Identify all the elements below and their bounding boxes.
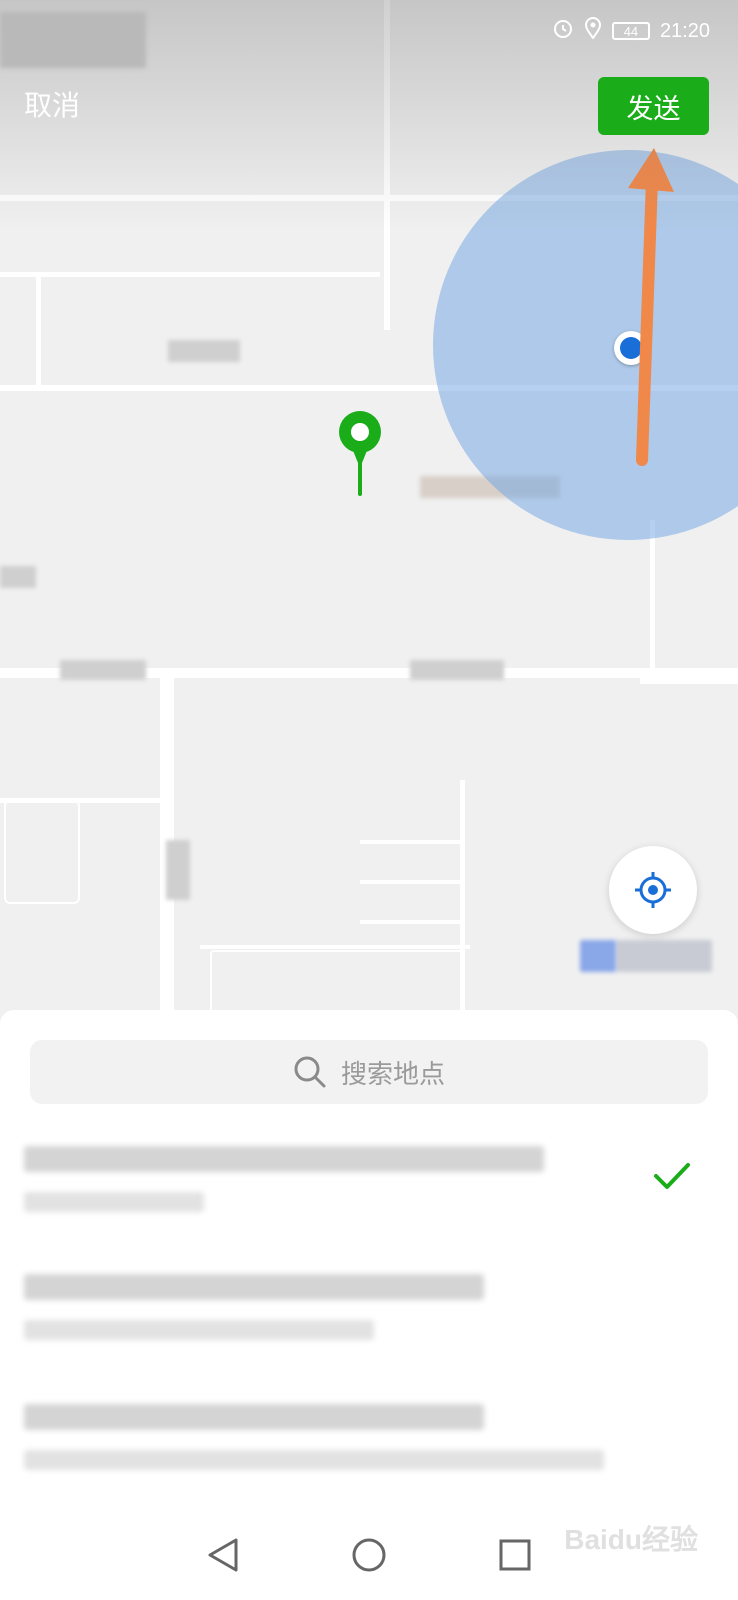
alarm-icon [552, 17, 574, 45]
cancel-button[interactable]: 取消 [24, 84, 80, 124]
search-placeholder: 搜索地点 [340, 1059, 445, 1090]
location-item[interactable] [24, 1398, 714, 1498]
map-block [210, 950, 464, 1014]
search-icon [294, 1056, 326, 1088]
location-address [24, 1450, 604, 1470]
map-logo [580, 940, 616, 972]
location-title [24, 1274, 484, 1300]
map-road [200, 945, 470, 949]
clock: 21:20 [659, 19, 710, 42]
location-address [24, 1320, 374, 1340]
map-block [4, 800, 80, 904]
map-road [36, 272, 41, 387]
location-item-selected[interactable] [24, 1140, 714, 1240]
map-label [168, 340, 240, 362]
location-address [24, 1192, 204, 1212]
map-road [640, 678, 738, 684]
carrier-label [0, 12, 146, 68]
map-road [650, 520, 655, 670]
map-view[interactable] [0, 0, 738, 1020]
map-label [410, 660, 504, 680]
location-status-icon [584, 17, 602, 45]
recents-icon[interactable] [498, 1538, 532, 1572]
crosshair-icon [635, 872, 671, 908]
map-road [360, 920, 465, 924]
map-label [0, 566, 36, 588]
back-icon[interactable] [206, 1536, 240, 1574]
location-title [24, 1404, 484, 1430]
status-indicators: 44 21:20 [552, 14, 710, 48]
map-label [166, 840, 190, 900]
map-label [616, 940, 712, 972]
search-bar[interactable]: 搜索地点 [30, 1040, 708, 1104]
relocate-button[interactable] [609, 846, 697, 934]
location-title [24, 1146, 544, 1172]
battery-icon: 44 [611, 22, 650, 40]
location-item[interactable] [24, 1268, 714, 1368]
map-road [360, 880, 465, 884]
status-bar: 44 21:20 [0, 0, 738, 68]
map-road [0, 272, 380, 277]
checkmark-icon [654, 1163, 690, 1189]
send-button[interactable]: 发送 [598, 77, 709, 135]
home-icon[interactable] [350, 1536, 388, 1574]
battery-level: 44 [623, 23, 639, 39]
watermark-logo: Baidu经验 [564, 1524, 698, 1555]
map-label [60, 660, 146, 680]
map-pin-icon[interactable] [338, 410, 382, 504]
map-road [360, 840, 465, 844]
